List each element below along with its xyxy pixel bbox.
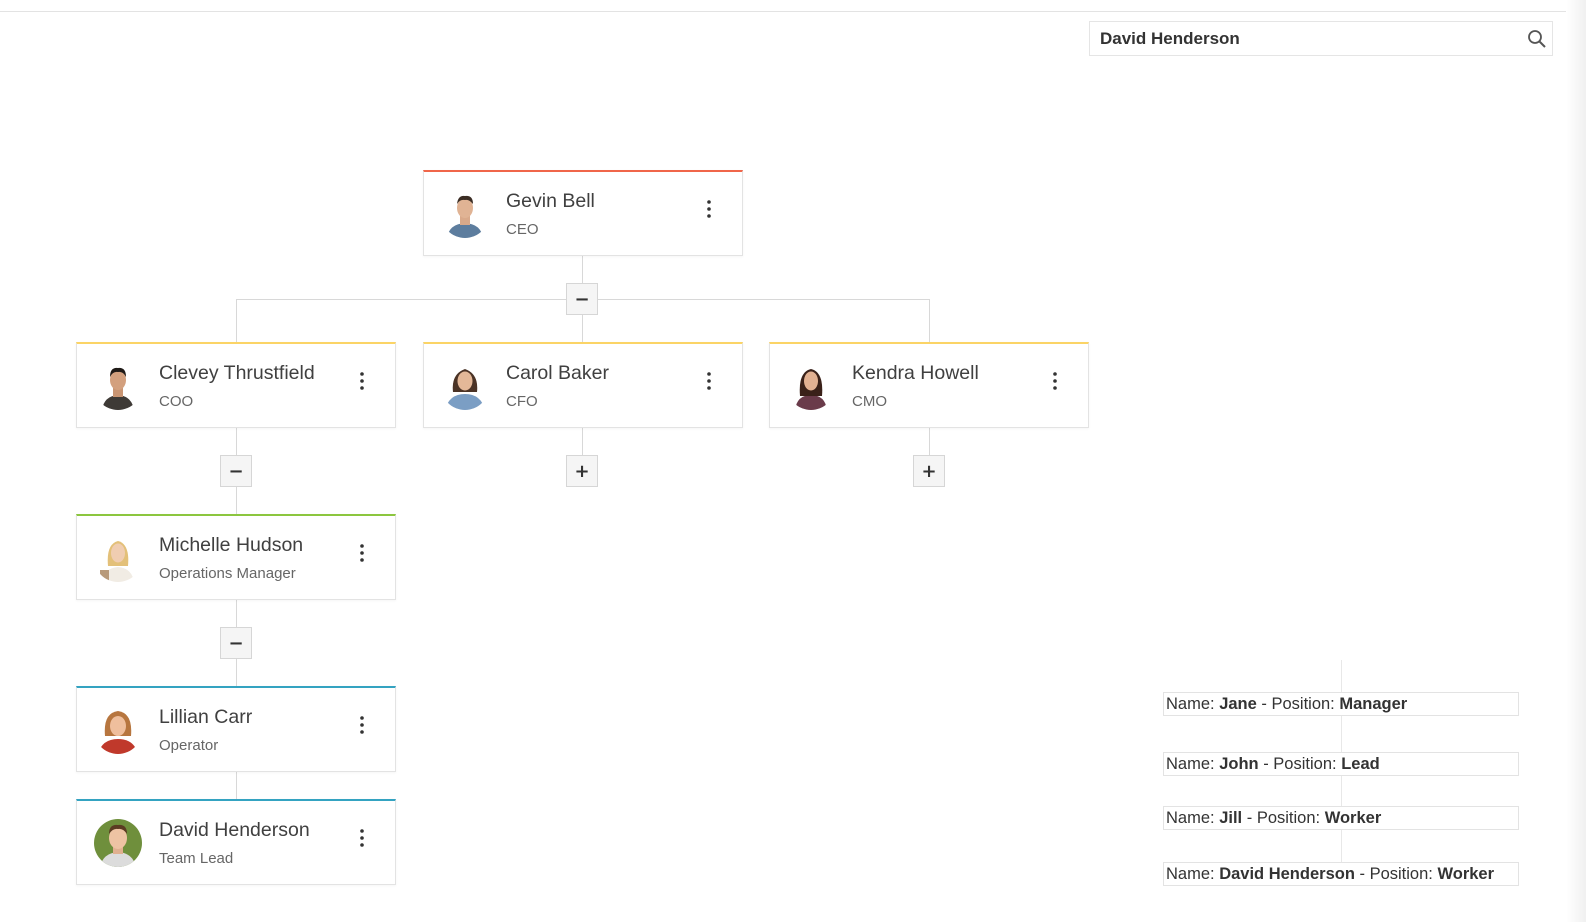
- info-name-label: Name:: [1166, 809, 1215, 827]
- search-box: [1089, 21, 1553, 56]
- info-row[interactable]: Name: John - Position: Lead: [1163, 752, 1519, 776]
- info-position: Lead: [1341, 755, 1380, 773]
- info-row[interactable]: Name: David Henderson - Position: Worker: [1163, 862, 1519, 886]
- more-vertical-icon[interactable]: [356, 827, 368, 849]
- scrollbar-track[interactable]: [1566, 0, 1586, 922]
- avatar: [787, 362, 835, 410]
- connector-line: [929, 428, 930, 456]
- node-name: Carol Baker: [506, 362, 609, 384]
- info-name-label: Name:: [1166, 695, 1215, 713]
- avatar: [441, 362, 489, 410]
- info-name: Jane: [1219, 695, 1257, 713]
- node-name: Michelle Hudson: [159, 534, 304, 556]
- info-name-label: Name:: [1166, 865, 1215, 883]
- more-vertical-icon[interactable]: [356, 370, 368, 392]
- expand-button[interactable]: +: [913, 455, 945, 487]
- more-vertical-icon[interactable]: [356, 542, 368, 564]
- org-node-team-lead[interactable]: David Henderson Team Lead: [76, 799, 396, 885]
- org-node-coo[interactable]: Clevey Thrustfield COO: [76, 342, 396, 428]
- search-input[interactable]: [1090, 22, 1520, 55]
- node-title: COO: [159, 393, 194, 410]
- node-title: Operations Manager: [159, 565, 296, 582]
- org-node-cfo[interactable]: Carol Baker CFO: [423, 342, 743, 428]
- collapse-button[interactable]: −: [220, 627, 252, 659]
- info-position-label: - Position:: [1261, 695, 1335, 713]
- info-position: Worker: [1324, 809, 1382, 827]
- info-name: John: [1219, 755, 1259, 773]
- node-title: Operator: [159, 737, 219, 754]
- info-name-label: Name:: [1166, 755, 1215, 773]
- connector-line: [929, 299, 930, 344]
- info-row[interactable]: Name: Jane - Position: Manager: [1163, 692, 1519, 716]
- collapse-button[interactable]: −: [566, 283, 598, 315]
- avatar: [94, 706, 142, 754]
- org-node-ceo[interactable]: Gevin Bell CEO: [423, 170, 743, 256]
- avatar: [94, 534, 142, 582]
- avatar: [441, 190, 489, 238]
- connector-line: [582, 428, 583, 456]
- avatar: [94, 819, 142, 867]
- top-divider: [0, 11, 1566, 12]
- expand-button[interactable]: +: [566, 455, 598, 487]
- more-vertical-icon[interactable]: [1049, 370, 1061, 392]
- info-name: Jill: [1219, 809, 1243, 827]
- connector-line: [236, 299, 237, 344]
- node-name: David Henderson: [159, 819, 310, 841]
- node-title: CFO: [506, 393, 538, 410]
- connector-line: [236, 772, 237, 801]
- node-title: Team Lead: [159, 850, 234, 867]
- info-position-label: - Position:: [1263, 755, 1337, 773]
- org-node-operator[interactable]: Lillian Carr Operator: [76, 686, 396, 772]
- info-name: David Henderson: [1219, 865, 1355, 883]
- more-vertical-icon[interactable]: [703, 370, 715, 392]
- info-position-label: - Position:: [1246, 809, 1321, 827]
- org-node-cmo[interactable]: Kendra Howell CMO: [769, 342, 1089, 428]
- node-name: Kendra Howell: [852, 362, 979, 384]
- info-position: Worker: [1437, 865, 1495, 883]
- info-position: Manager: [1339, 695, 1408, 713]
- node-title: CEO: [506, 221, 539, 238]
- node-name: Clevey Thrustfield: [159, 362, 315, 384]
- info-row[interactable]: Name: Jill - Position: Worker: [1163, 806, 1519, 830]
- search-icon[interactable]: [1526, 28, 1548, 50]
- node-title: CMO: [852, 393, 887, 410]
- node-name: Lillian Carr: [159, 706, 253, 728]
- collapse-button[interactable]: −: [220, 455, 252, 487]
- more-vertical-icon[interactable]: [703, 198, 715, 220]
- info-position-label: - Position:: [1359, 865, 1433, 883]
- avatar: [94, 362, 142, 410]
- node-name: Gevin Bell: [506, 190, 595, 212]
- more-vertical-icon[interactable]: [356, 714, 368, 736]
- org-node-operations-manager[interactable]: Michelle Hudson Operations Manager: [76, 514, 396, 600]
